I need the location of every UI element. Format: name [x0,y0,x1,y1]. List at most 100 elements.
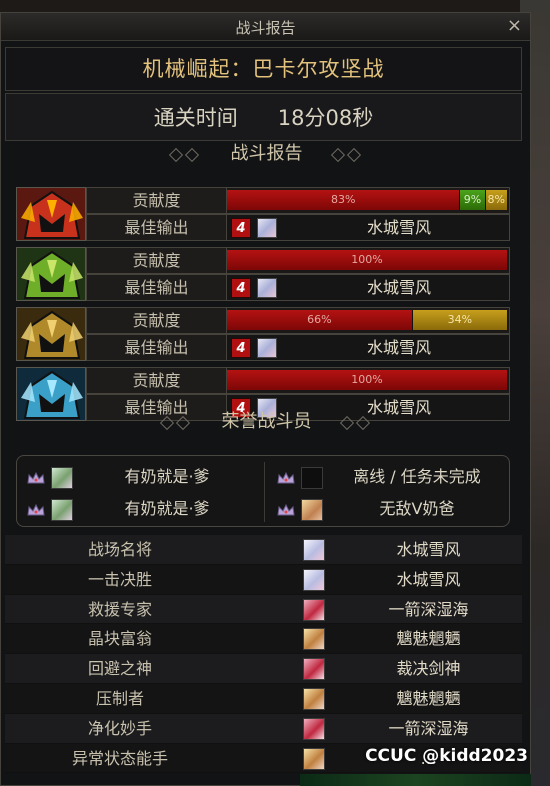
clear-time-label: 通关时间 [153,106,238,130]
contribution-segment: 9% [459,190,485,210]
best-output-label: 最佳输出 [87,275,227,300]
crown-icon [27,472,45,484]
award-player-name[interactable]: 魑魅魍魉 [335,624,522,653]
player-avatar [303,628,325,651]
honor-player-name: 无敌V奶爸 [379,499,455,518]
window-titlebar[interactable]: 战斗报告 × [1,13,530,41]
award-row: 回避之神 裁决剑神 [5,654,522,684]
award-row: 救援专家 一箭深湿海 [5,594,522,625]
crown-icon [27,504,45,516]
contribution-label: 贡献度 [87,308,227,333]
honor-player-name: 有奶就是·爹 [124,467,210,486]
honor-player-slot[interactable]: 无敌V奶爸 [267,494,507,524]
honor-player-name: 有奶就是·爹 [124,499,210,518]
best-output-label: 最佳输出 [87,335,227,360]
award-player-name[interactable]: 一箭深湿海 [335,595,522,624]
player-avatar [303,658,325,681]
best-output-row: 最佳输出 4 水城雪风 [86,334,510,361]
player-avatar [301,499,323,521]
ornament-icon [154,417,200,427]
class-badge-icon: 4 [231,218,251,238]
contribution-segment: 34% [411,310,507,330]
contribution-row: 贡献度 100% [86,367,510,394]
close-icon[interactable]: × [507,15,522,36]
team-row: 贡献度 66% 34% 最佳输出 4 水城雪风 [16,307,510,361]
player-avatar [303,717,325,740]
player-avatar [257,218,277,238]
player-avatar [51,499,73,521]
award-row: 一击决胜 水城雪风 [5,564,522,595]
honor-players-panel: 有奶就是·爹 离线 / 任务未完成 有奶就是·爹 无敌V奶爸 [16,455,510,527]
award-player-name[interactable]: 裁决剑神 [335,654,522,683]
award-title: 净化妙手 [87,718,152,738]
honor-player-slot[interactable]: 有奶就是·爹 [17,462,257,492]
award-player-name[interactable]: 水城雪风 [335,565,522,594]
contribution-segment: 8% [484,190,507,210]
player-avatar [303,598,325,621]
honor-header-text: 荣誉战斗员 [221,411,312,432]
team-row: 贡献度 100% 最佳输出 4 水城雪风 [16,247,510,301]
award-title: 晶块富翁 [87,629,152,649]
award-row: 净化妙手 一箭深湿海 [5,713,522,744]
contribution-segment: 100% [227,370,507,390]
battle-report-window: 战斗报告 × 机械崛起：巴卡尔攻坚战 通关时间 18分08秒 战斗报告 贡献度 … [0,12,531,786]
team-row: 贡献度 83% 9% 8% 最佳输出 4 水城雪风 [16,187,510,241]
award-title: 压制者 [95,688,144,708]
award-player-name[interactable]: 魑魅魍魉 [335,684,522,713]
player-avatar [257,338,277,358]
honor-player-slot[interactable]: 有奶就是·爹 [17,494,257,524]
contribution-bar: 66% 34% [227,310,507,330]
player-avatar [303,539,325,561]
player-avatar [301,467,323,489]
award-title: 一击决胜 [87,569,152,589]
report-section-header: 战斗报告 [1,141,532,167]
game-hud-strip [300,774,531,786]
award-title: 回避之神 [87,659,152,679]
player-avatar [303,687,325,710]
player-avatar [303,568,325,591]
clear-time-panel: 通关时间 18分08秒 [5,93,522,141]
player-avatar [257,278,277,298]
honor-player-slot[interactable]: 离线 / 任务未完成 [267,462,507,492]
contribution-row: 贡献度 83% 9% 8% [86,187,510,214]
honor-player-name: 离线 / 任务未完成 [353,467,481,486]
player-avatar [51,467,73,489]
clear-time-value: 18分08秒 [277,106,374,130]
ornament-icon [334,417,380,427]
ornament-icon [163,149,209,159]
award-row: 晶块富翁 魑魅魍魉 [5,624,522,655]
best-output-row: 最佳输出 4 水城雪风 [86,274,510,301]
contribution-bar: 100% [227,250,507,270]
gold-horned-helm-icon [16,307,86,361]
contribution-segment: 100% [227,250,507,270]
divider [264,462,265,522]
contribution-label: 贡献度 [87,368,227,393]
crown-icon [277,472,295,484]
award-title: 异常状态能手 [71,748,168,768]
contribution-label: 贡献度 [87,188,227,213]
green-horned-helm-icon [16,247,86,301]
contribution-segment: 66% [227,310,412,330]
best-player-name[interactable]: 水城雪风 [287,335,511,360]
dungeon-title: 机械崛起：巴卡尔攻坚战 [5,47,522,91]
award-title: 救援专家 [87,599,152,619]
contribution-row: 贡献度 100% [86,247,510,274]
award-player-name[interactable]: 水城雪风 [335,535,522,564]
best-player-name[interactable]: 水城雪风 [287,275,511,300]
best-output-row: 最佳输出 4 水城雪风 [86,214,510,241]
red-flame-helm-icon [16,187,86,241]
report-header-text: 战斗报告 [230,143,303,164]
best-output-label: 最佳输出 [87,215,227,240]
best-player-name[interactable]: 水城雪风 [287,215,511,240]
contribution-bar: 83% 9% 8% [227,190,507,210]
award-title: 战场名将 [87,540,152,559]
contribution-segment: 83% [227,190,460,210]
class-badge-icon: 4 [231,278,251,298]
award-row: 战场名将 水城雪风 [5,535,522,565]
class-badge-icon: 4 [231,338,251,358]
award-row: 压制者 魑魅魍魉 [5,683,522,714]
award-player-name[interactable]: 一箭深湿海 [335,714,522,743]
honor-section-header: 荣誉战斗员 [1,409,532,435]
contribution-label: 贡献度 [87,248,227,273]
contribution-row: 贡献度 66% 34% [86,307,510,334]
